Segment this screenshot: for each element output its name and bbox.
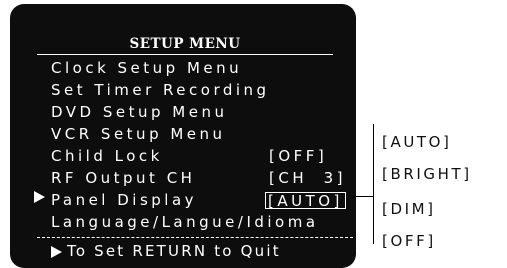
menu-item-clock-setup[interactable]: Clock Setup Menu [51, 59, 242, 77]
option-auto: [AUTO] [382, 133, 452, 151]
right-triangle-icon [51, 246, 62, 258]
setup-menu-screen: SETUP MENU Clock Setup Menu Set Timer Re… [10, 4, 356, 268]
callout-connector-line [352, 196, 373, 197]
menu-item-dvd-setup[interactable]: DVD Setup Menu [51, 103, 227, 121]
menu-item-language[interactable]: Language/Langue/Idioma [51, 213, 319, 231]
child-lock-value: [OFF] [269, 147, 328, 165]
option-dim: [DIM] [382, 200, 436, 218]
dashed-divider [37, 237, 353, 238]
menu-item-set-timer-recording[interactable]: Set Timer Recording [51, 81, 270, 99]
callout-bracket [373, 124, 374, 244]
menu-title: SETUP MENU [37, 34, 333, 55]
menu-item-rf-output-ch[interactable]: RF Output CH [51, 169, 195, 187]
menu-item-panel-display[interactable]: Panel Display [51, 191, 197, 209]
menu-item-child-lock[interactable]: Child Lock [51, 147, 163, 165]
menu-item-vcr-setup[interactable]: VCR Setup Menu [51, 125, 226, 143]
panel-display-value[interactable]: [AUTO] [265, 192, 346, 210]
selection-cursor-icon [34, 191, 45, 203]
option-off: [OFF] [382, 232, 436, 250]
navigation-hint: To Set RETURN to Quit [67, 242, 281, 260]
rf-output-ch-value: [CH 3] [269, 169, 347, 187]
option-bright: [BRIGHT] [382, 165, 472, 183]
